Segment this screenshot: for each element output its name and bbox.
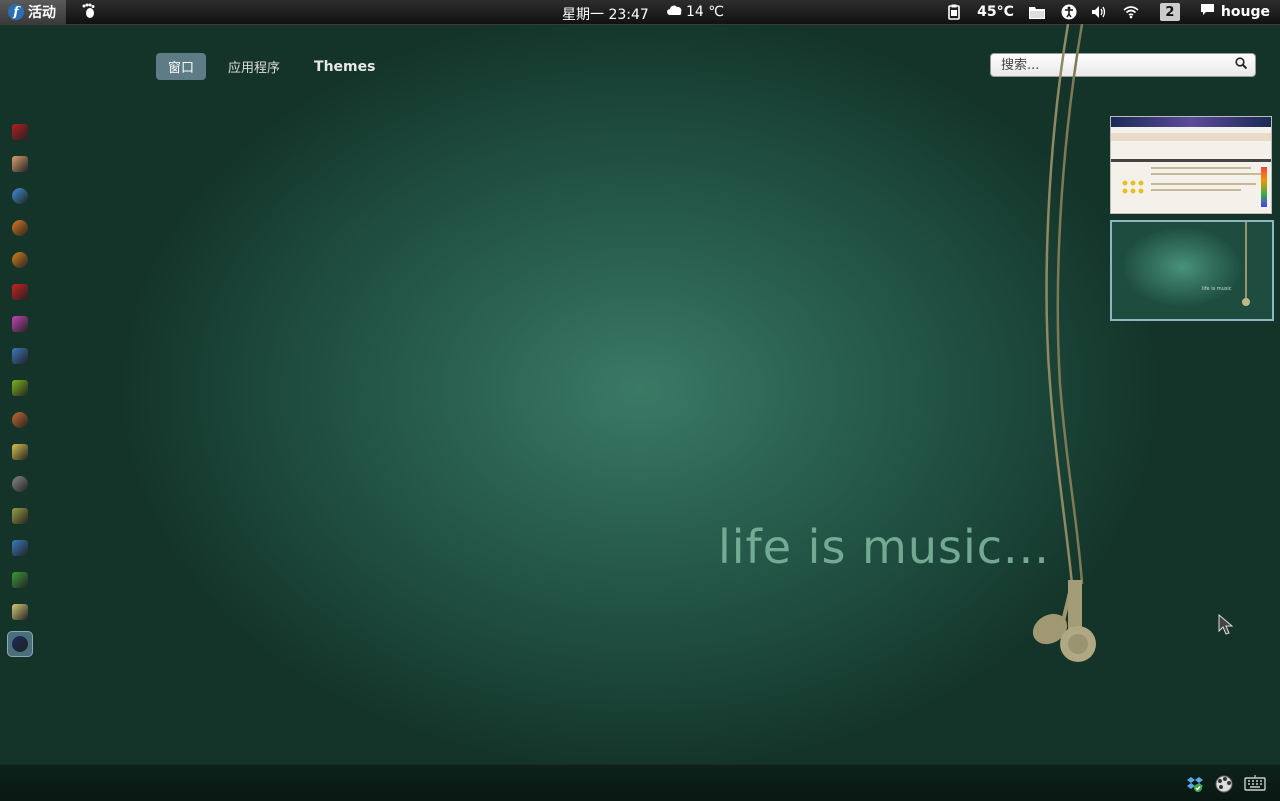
clipboard-icon[interactable] [943,0,965,24]
image-viewer-icon [12,444,28,460]
thumb-text-line [1151,173,1261,175]
dash-item-firefox-alt[interactable] [8,248,32,272]
chat-icon [12,348,28,364]
tab-themes[interactable]: Themes [302,55,387,79]
accessibility-icon[interactable] [1060,0,1078,24]
dash-item-hash-app[interactable] [8,376,32,400]
dash-item-chrome[interactable] [8,184,32,208]
dash [8,120,32,664]
search-icon[interactable] [1235,57,1248,73]
top-panel: f 活动 星期一 23:47 14 ℃ 45°C 2 houge [0,0,1280,25]
thumb-text-line [1151,189,1241,191]
color-palette-icon[interactable] [1214,775,1234,797]
dash-item-writer[interactable] [8,536,32,560]
calc-icon [12,572,28,588]
tab-windows[interactable]: 窗口 [156,53,207,80]
dash-item-media[interactable] [8,408,32,432]
thumb-text-line [1151,167,1251,169]
dash-item-text-editor[interactable] [8,600,32,624]
thumb-earphone-cord [1245,222,1247,302]
volume-icon[interactable] [1090,0,1108,24]
mouse-pointer-icon [1218,614,1234,635]
workspace-number: 2 [1159,3,1180,21]
dash-item-books[interactable] [8,504,32,528]
firefox-alt-icon [12,252,28,268]
wifi-icon[interactable] [1122,0,1140,24]
workspace-indicator[interactable]: 2 [1159,0,1180,24]
thumb-header [1111,117,1271,127]
view-selector: 窗口 应用程序 Themes [156,53,387,80]
text-editor-icon [12,604,28,620]
dash-item-music-player[interactable] [8,312,32,336]
chat-bubble-icon [1200,3,1215,21]
thumb-earphone [1242,298,1250,306]
dash-item-evince[interactable] [8,152,32,176]
activities-button[interactable]: f 活动 [0,0,66,24]
dash-item-disk[interactable] [8,472,32,496]
bottom-tray-icons [1186,775,1266,797]
dash-item-image-viewer[interactable] [8,440,32,464]
weather-temp: 14 ℃ [686,4,724,20]
tab-applications[interactable]: 应用程序 [216,53,292,80]
system-monitor-icon [12,636,28,652]
hash-app-icon [12,380,28,396]
thumb-wallpaper-text: life is music [1202,286,1232,292]
books-icon [12,508,28,524]
cpu-temp[interactable]: 45°C [977,0,1014,24]
fedora-logo-icon: f [8,4,24,20]
thumb-toolbar [1111,133,1271,141]
user-name: houge [1220,4,1270,20]
dash-item-opera[interactable] [8,280,32,304]
weather-indicator[interactable]: 14 ℃ [666,4,724,20]
activities-label: 活动 [28,5,56,21]
dash-item-chat[interactable] [8,344,32,368]
thumb-smiley-grid [1121,179,1145,195]
thumb-color-bar [1261,167,1267,207]
message-tray [0,764,1280,801]
dash-item-terminal[interactable] [8,120,32,144]
wallpaper-text: life is music... [718,520,1050,574]
disk-icon [12,476,28,492]
dropbox-icon[interactable] [1186,775,1204,797]
user-menu[interactable]: houge [1200,0,1270,24]
dash-item-firefox[interactable] [8,216,32,240]
cloud-icon [666,4,684,20]
gnome-foot-icon[interactable] [80,3,96,23]
workspace-thumb-1[interactable] [1110,116,1272,214]
media-icon [12,412,28,428]
workspace-switcher: life is music [1110,116,1274,327]
workspace-thumb-2[interactable]: life is music [1110,220,1274,321]
dash-item-system-monitor[interactable] [8,632,32,656]
terminal-icon [12,124,28,140]
system-tray: 45°C 2 houge [943,0,1280,24]
opera-icon [12,284,28,300]
writer-icon [12,540,28,556]
thumb-text-line [1151,183,1256,185]
dash-item-calc[interactable] [8,568,32,592]
clock[interactable]: 星期一 23:47 [562,4,649,24]
firefox-icon [12,220,28,236]
chrome-icon [12,188,28,204]
keyboard-icon[interactable] [1244,775,1266,797]
folder-icon[interactable] [1028,0,1046,24]
evince-icon [12,156,28,172]
music-player-icon [12,316,28,332]
thumb-divider [1111,159,1271,162]
